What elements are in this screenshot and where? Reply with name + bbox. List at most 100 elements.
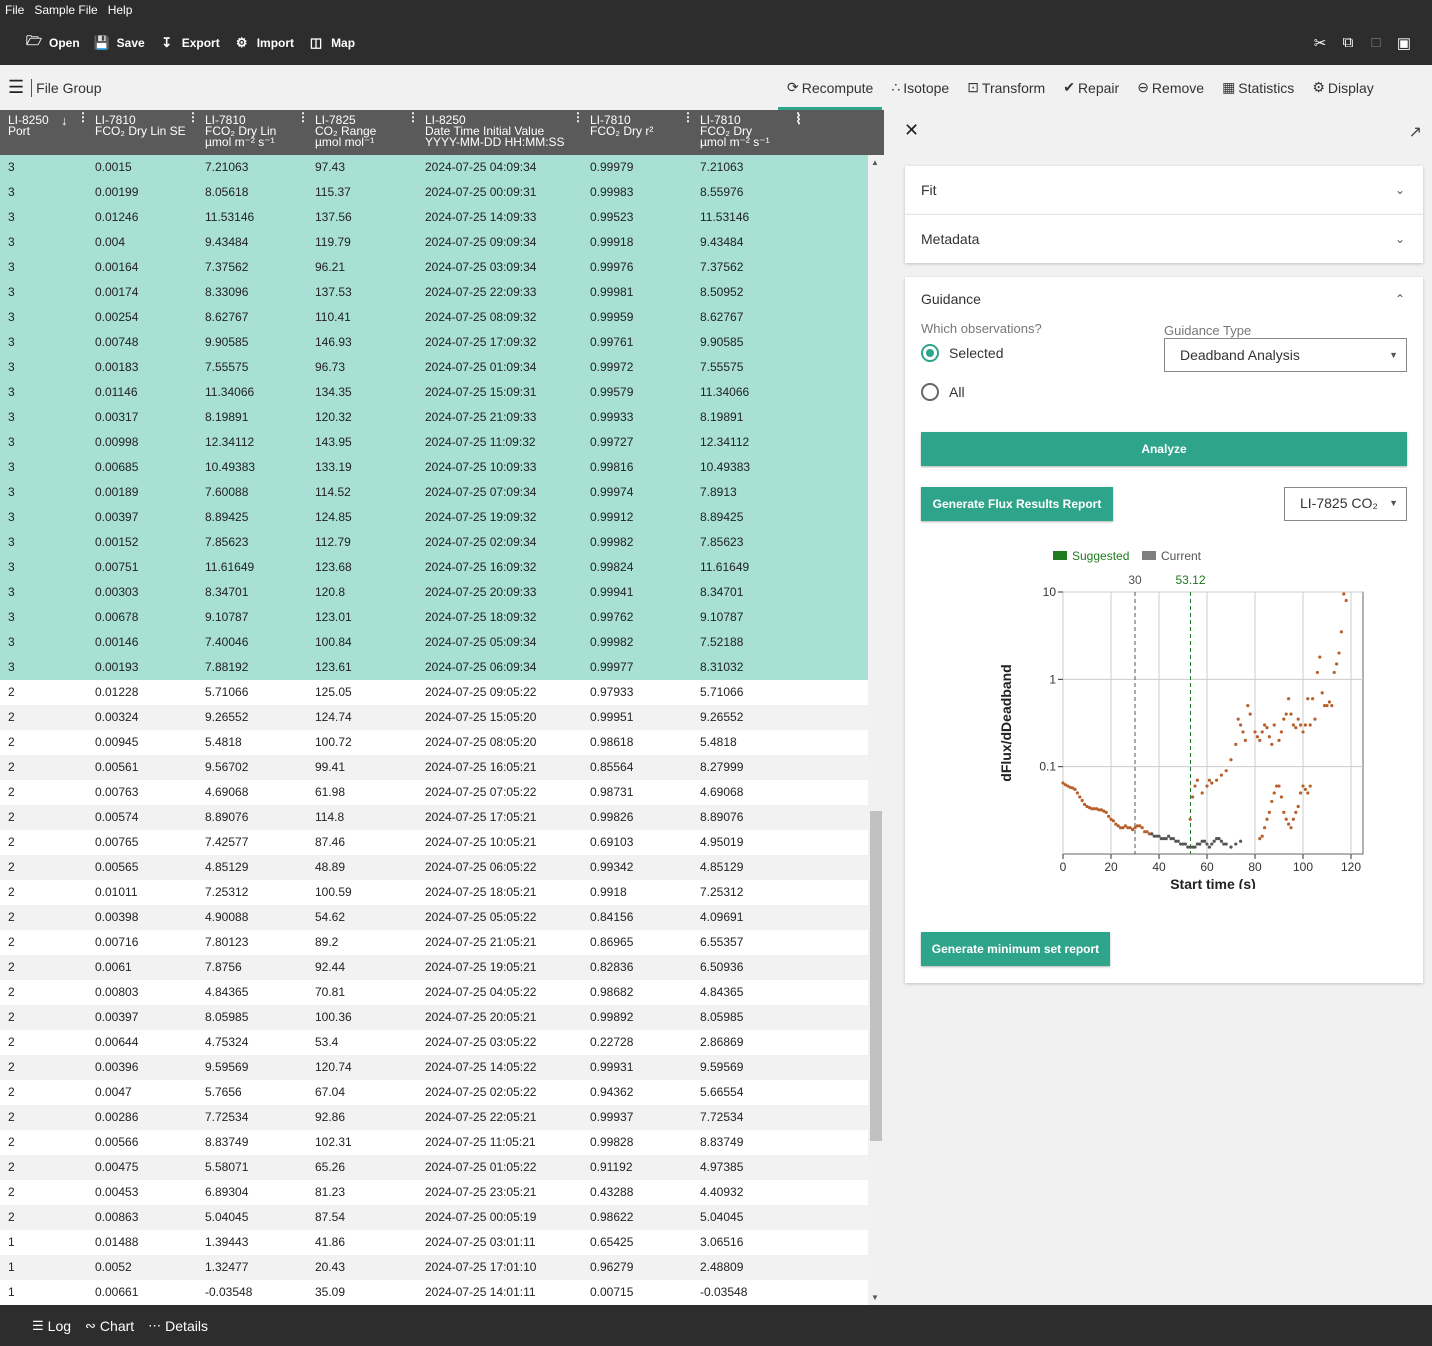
table-cell: 7.80123 bbox=[205, 935, 249, 949]
menu-sample-file[interactable]: Sample File bbox=[29, 3, 102, 17]
column-menu-icon[interactable]: ⋮ bbox=[407, 111, 419, 123]
table-row[interactable]: 2 0.00644 4.75324 53.4 2024-07-25 03:05:22 0.… bbox=[0, 1030, 868, 1055]
table-row[interactable]: 1 0.0052 1.32477 20.43 2024-07-25 17:01:10 0.… bbox=[0, 1255, 868, 1280]
tab-remove[interactable]: ⊖ Remove bbox=[1128, 65, 1213, 110]
table-row[interactable]: 3 0.01246 11.53146 137.56 2024-07-25 14:09:3… bbox=[0, 205, 868, 230]
column-menu-icon[interactable]: ⋮ bbox=[682, 111, 694, 123]
table-row[interactable]: 3 0.00152 7.85623 112.79 2024-07-25 02:09:34… bbox=[0, 530, 868, 555]
column-menu-icon[interactable]: ⋮ bbox=[77, 111, 89, 123]
table-row[interactable]: 3 0.00174 8.33096 137.53 2024-07-25 22:09:33… bbox=[0, 280, 868, 305]
table-row[interactable]: 2 0.00716 7.80123 89.2 2024-07-25 21:05:21 0.… bbox=[0, 930, 868, 955]
table-row[interactable]: 2 0.00475 5.58071 65.26 2024-07-25 01:05:22 0… bbox=[0, 1155, 868, 1180]
column-header[interactable]: LI-7810 FCO₂ Dry Lin µmol m⁻² s⁻¹ ⋮ bbox=[205, 110, 315, 155]
column-header[interactable]: LI-8250 Port ↓ ⋮ bbox=[8, 110, 95, 155]
table-row[interactable]: 2 0.0061 7.8756 92.44 2024-07-25 19:05:21 0.8… bbox=[0, 955, 868, 980]
details-button[interactable]: ⋯ Details bbox=[148, 1318, 208, 1334]
scissors-icon[interactable]: ✂ bbox=[1312, 34, 1328, 52]
table-row[interactable]: 3 0.00199 8.05618 115.37 2024-07-25 00:09:31… bbox=[0, 180, 868, 205]
table-row[interactable]: 2 0.00945 5.4818 100.72 2024-07-25 08:05:20 0… bbox=[0, 730, 868, 755]
open-button[interactable]: 🗁 Open bbox=[26, 32, 80, 54]
instrument-select[interactable]: LI-7825 CO₂ ▼ bbox=[1284, 487, 1407, 521]
flux-results-report-button[interactable]: Generate Flux Results Report bbox=[921, 487, 1113, 521]
scroll-thumb[interactable] bbox=[870, 811, 882, 1141]
table-row[interactable]: 3 0.00183 7.55575 96.73 2024-07-25 01:09:34 0… bbox=[0, 355, 868, 380]
column-header[interactable]: LI-7825 CO₂ Range µmol mol⁻¹ ⋮ bbox=[315, 110, 425, 155]
table-row[interactable]: 3 0.00254 8.62767 110.41 2024-07-25 08:09:32… bbox=[0, 305, 868, 330]
chart-button[interactable]: ∾ Chart bbox=[85, 1318, 134, 1334]
table-row[interactable]: 3 0.004 9.43484 119.79 2024-07-25 09:09:34 0.… bbox=[0, 230, 868, 255]
table-row[interactable]: 2 0.00565 4.85129 48.89 2024-07-25 06:05:22 0… bbox=[0, 855, 868, 880]
table-row[interactable]: 3 0.00193 7.88192 123.61 2024-07-25 06:09:34… bbox=[0, 655, 868, 680]
fit-header[interactable]: Fit ⌄ bbox=[905, 166, 1423, 214]
save-button[interactable]: 💾 Save bbox=[94, 35, 145, 51]
column-menu-icon[interactable]: ⋮ bbox=[187, 111, 199, 123]
tab-transform[interactable]: ⊡ Transform bbox=[958, 65, 1054, 110]
tab-statistics[interactable]: ▦ Statistics bbox=[1213, 65, 1303, 110]
table-row[interactable]: 2 0.00763 4.69068 61.98 2024-07-25 07:05:22 0… bbox=[0, 780, 868, 805]
table-row[interactable]: 3 0.00998 12.34112 143.95 2024-07-25 11:09:3… bbox=[0, 430, 868, 455]
table-row[interactable]: 3 0.0015 7.21063 97.43 2024-07-25 04:09:34 0.… bbox=[0, 155, 868, 180]
table-row[interactable]: 2 0.0047 5.7656 67.04 2024-07-25 02:05:22 0.9… bbox=[0, 1080, 868, 1105]
table-row[interactable]: 3 0.00685 10.49383 133.19 2024-07-25 10:09:3… bbox=[0, 455, 868, 480]
scroll-up-icon[interactable]: ▲ bbox=[871, 158, 879, 167]
menu-help[interactable]: Help bbox=[103, 3, 138, 17]
import-button[interactable]: ⚙ Import bbox=[234, 35, 294, 51]
table-row[interactable]: 3 0.00317 8.19891 120.32 2024-07-25 21:09:33… bbox=[0, 405, 868, 430]
copy-icon[interactable]: ⧉ bbox=[1340, 34, 1356, 51]
tab-repair[interactable]: ✔ Repair bbox=[1054, 65, 1128, 110]
column-menu-icon[interactable]: ⋮ bbox=[572, 111, 584, 123]
table-row[interactable]: 2 0.00453 6.89304 81.23 2024-07-25 23:05:21 0… bbox=[0, 1180, 868, 1205]
column-header[interactable]: LI-7810 FCO₂ Dry Lin SE ⋮ bbox=[95, 110, 205, 155]
table-row[interactable]: 2 0.00803 4.84365 70.81 2024-07-25 04:05:22 0… bbox=[0, 980, 868, 1005]
guidance-type-select[interactable]: Deadband Analysis ▼ bbox=[1164, 338, 1407, 372]
clipboard-icon[interactable]: □ bbox=[1368, 34, 1384, 51]
table-row[interactable]: 2 0.00398 4.90088 54.62 2024-07-25 05:05:22 0… bbox=[0, 905, 868, 930]
table-row[interactable]: 2 0.00574 8.89076 114.8 2024-07-25 17:05:21 0… bbox=[0, 805, 868, 830]
radio-all[interactable]: All bbox=[921, 383, 965, 401]
analyze-button[interactable]: Analyze bbox=[921, 432, 1407, 466]
tab-display[interactable]: ⚙ Display bbox=[1303, 65, 1382, 110]
popout-icon[interactable]: ↗ bbox=[1409, 122, 1422, 142]
close-icon[interactable]: ✕ bbox=[904, 120, 919, 141]
table-row[interactable]: 2 0.00863 5.04045 87.54 2024-07-25 00:05:19 0… bbox=[0, 1205, 868, 1230]
metadata-header[interactable]: Metadata ⌄ bbox=[905, 215, 1423, 263]
column-header[interactable]: LI-7810 FCO₂ Dry r² ⋮ bbox=[590, 110, 700, 155]
guidance-header[interactable]: Guidance ⌃ bbox=[905, 277, 1423, 321]
table-row[interactable]: 2 0.00397 8.05985 100.36 2024-07-25 20:05:21… bbox=[0, 1005, 868, 1030]
table-row[interactable]: 3 0.00189 7.60088 114.52 2024-07-25 07:09:34… bbox=[0, 480, 868, 505]
sort-arrow-down-icon[interactable]: ↓ bbox=[61, 114, 68, 127]
trash-icon[interactable]: ▣ bbox=[1396, 34, 1412, 52]
tab-recompute[interactable]: ⟳ Recompute bbox=[778, 65, 883, 110]
table-row[interactable]: 2 0.01228 5.71066 125.05 2024-07-25 09:05:22… bbox=[0, 680, 868, 705]
map-button[interactable]: ◫ Map bbox=[308, 35, 355, 51]
table-row[interactable]: 2 0.00561 9.56702 99.41 2024-07-25 16:05:21 0… bbox=[0, 755, 868, 780]
minimum-set-report-button[interactable]: Generate minimum set report bbox=[921, 932, 1110, 966]
export-button[interactable]: ↧ Export bbox=[159, 35, 219, 51]
scroll-down-icon[interactable]: ▼ bbox=[871, 1293, 879, 1302]
table-row[interactable]: 3 0.01146 11.34066 134.35 2024-07-25 15:09:3… bbox=[0, 380, 868, 405]
tab-isotope[interactable]: ∴ Isotope bbox=[882, 65, 958, 110]
table-row[interactable]: 3 0.00303 8.34701 120.8 2024-07-25 20:09:33 0… bbox=[0, 580, 868, 605]
table-row[interactable]: 3 0.00751 11.61649 123.68 2024-07-25 16:09:3… bbox=[0, 555, 868, 580]
table-row[interactable]: 1 0.01488 1.39443 41.86 2024-07-25 03:01:11 0… bbox=[0, 1230, 868, 1255]
table-row[interactable]: 1 0.00661 -0.03548 35.09 2024-07-25 14:01:11… bbox=[0, 1280, 868, 1305]
log-button[interactable]: ☰ Log bbox=[32, 1318, 71, 1334]
table-row[interactable]: 3 0.00748 9.90585 146.93 2024-07-25 17:09:32… bbox=[0, 330, 868, 355]
table-row[interactable]: 3 0.00678 9.10787 123.01 2024-07-25 18:09:32… bbox=[0, 605, 868, 630]
vertical-scrollbar[interactable]: ▲ ▼ bbox=[868, 155, 884, 1305]
table-row[interactable]: 3 0.00397 8.89425 124.85 2024-07-25 19:09:32… bbox=[0, 505, 868, 530]
column-header[interactable]: LI-8250 Date Time Initial Value YYYY-MM-DD… bbox=[425, 110, 590, 155]
radio-selected[interactable]: Selected bbox=[921, 344, 1003, 362]
table-row[interactable]: 2 0.00286 7.72534 92.86 2024-07-25 22:05:21 0… bbox=[0, 1105, 868, 1130]
hamburger-icon[interactable]: ☰ bbox=[8, 77, 24, 98]
column-menu-icon[interactable]: ⋮ bbox=[793, 112, 805, 126]
table-row[interactable]: 2 0.00324 9.26552 124.74 2024-07-25 15:05:20… bbox=[0, 705, 868, 730]
table-row[interactable]: 2 0.01011 7.25312 100.59 2024-07-25 18:05:21… bbox=[0, 880, 868, 905]
table-row[interactable]: 3 0.00164 7.37562 96.21 2024-07-25 03:09:34 0… bbox=[0, 255, 868, 280]
table-row[interactable]: 2 0.00566 8.83749 102.31 2024-07-25 11:05:21… bbox=[0, 1130, 868, 1155]
table-row[interactable]: 2 0.00396 9.59569 120.74 2024-07-25 14:05:22… bbox=[0, 1055, 868, 1080]
menu-file[interactable]: File bbox=[0, 3, 29, 17]
column-menu-icon[interactable]: ⋮ bbox=[297, 111, 309, 123]
table-row[interactable]: 3 0.00146 7.40046 100.84 2024-07-25 05:09:34… bbox=[0, 630, 868, 655]
table-row[interactable]: 2 0.00765 7.42577 87.46 2024-07-25 10:05:21 0… bbox=[0, 830, 868, 855]
